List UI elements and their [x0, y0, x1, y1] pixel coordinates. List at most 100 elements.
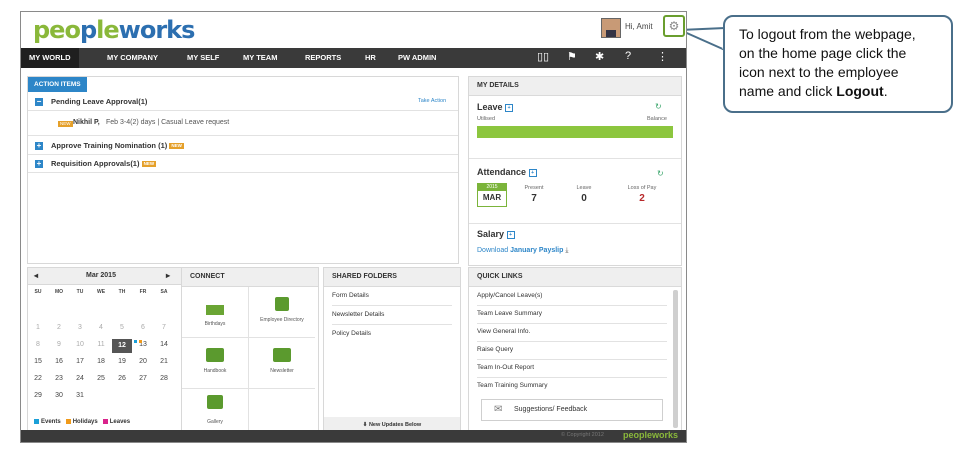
- expand-icon[interactable]: +: [35, 160, 43, 168]
- top-bar: peopleworks Hi, Amit ⚙: [21, 12, 686, 48]
- nav-pw-admin[interactable]: PW ADMIN: [398, 48, 436, 68]
- calendar-month: Mar 2015: [86, 272, 116, 279]
- leave-section: Leave + ↻ Utilised Balance: [469, 96, 681, 159]
- app-logo[interactable]: peopleworks: [33, 16, 195, 44]
- calendar-day-today[interactable]: 12: [112, 339, 132, 353]
- calendar-day[interactable]: 29: [28, 392, 48, 399]
- nav-my-world[interactable]: MY WORLD: [21, 48, 79, 68]
- requisition-text: Requisition Approvals(1): [51, 159, 140, 168]
- tile-label: Birthdays: [204, 321, 226, 327]
- newsletter-icon: [273, 348, 291, 362]
- nav-reports[interactable]: REPORTS: [305, 48, 341, 68]
- training-nomination-row[interactable]: + Approve Training Nomination (1) NEW: [28, 138, 458, 155]
- action-items-tab[interactable]: ACTION ITEMS: [28, 77, 87, 92]
- calendar-day[interactable]: 22: [28, 375, 48, 382]
- collapse-icon[interactable]: −: [35, 98, 43, 106]
- quick-link[interactable]: Raise Query: [477, 341, 667, 360]
- tile-birthdays[interactable]: Birthdays: [182, 287, 249, 338]
- employee-name[interactable]: Nikhil P,: [73, 119, 100, 126]
- event-dots: [134, 333, 144, 351]
- nav-my-team[interactable]: MY TEAM: [243, 48, 277, 68]
- utilised-label: Utilised: [477, 116, 496, 122]
- calendar-day[interactable]: 11: [91, 341, 111, 348]
- expand-icon[interactable]: +: [505, 103, 514, 112]
- calendar-day[interactable]: 27: [133, 375, 153, 382]
- calendar-day[interactable]: 6: [133, 324, 153, 331]
- prev-month-icon[interactable]: ◂: [34, 271, 38, 280]
- expand-icon[interactable]: +: [528, 168, 537, 177]
- calendar-day[interactable]: 18: [91, 358, 111, 365]
- quick-link[interactable]: Team Leave Summary: [477, 305, 667, 324]
- dow-label: MO: [54, 289, 64, 295]
- folder-item[interactable]: Policy Details: [332, 325, 452, 343]
- refresh-icon[interactable]: ↻: [655, 102, 662, 111]
- footer: © Copyright 2012 peopleworks: [21, 430, 686, 442]
- calendar-day[interactable]: 4: [91, 324, 111, 331]
- refresh-icon[interactable]: ↻: [657, 169, 664, 178]
- dow-label: TU: [76, 289, 84, 295]
- calendar-day[interactable]: 25: [91, 375, 111, 382]
- new-updates-label: New Updates Below: [368, 422, 422, 428]
- quick-links-scrollbar[interactable]: [673, 290, 678, 428]
- salary-label-text: Salary: [477, 229, 505, 239]
- calendar-day[interactable]: 23: [49, 375, 69, 382]
- pending-leave-row[interactable]: − Pending Leave Approval(1) Take Action: [28, 94, 458, 111]
- attendance-label-text: Attendance: [477, 167, 527, 177]
- tile-label: Employee Directory: [260, 317, 304, 323]
- take-action-link[interactable]: Take Action: [418, 98, 446, 104]
- folder-item[interactable]: Form Details: [332, 287, 452, 306]
- calendar-day[interactable]: 3: [70, 324, 90, 331]
- payslip-month: January Payslip: [510, 247, 564, 254]
- expand-icon[interactable]: +: [506, 230, 515, 239]
- calendar-day[interactable]: 30: [49, 392, 69, 399]
- quick-link[interactable]: Team Training Summary: [477, 377, 667, 395]
- attendance-section: Attendance + ↻ 2015 MAR Present 7 Leave …: [469, 165, 681, 224]
- calendar-day[interactable]: 20: [133, 358, 153, 365]
- calendar-day[interactable]: 17: [70, 358, 90, 365]
- nav-my-company[interactable]: MY COMPANY: [107, 48, 158, 68]
- my-details-panel: MY DETAILS Leave + ↻ Utilised Balance At…: [468, 76, 682, 266]
- suggestions-feedback-button[interactable]: ✉ Suggestions/ Feedback: [481, 399, 663, 421]
- settings-gear-icon[interactable]: ⚙: [663, 15, 685, 37]
- calendar-day[interactable]: 7: [154, 324, 174, 331]
- calendar-day[interactable]: 10: [70, 341, 90, 348]
- download-prefix: Download: [477, 247, 509, 254]
- download-icon[interactable]: ⤓: [565, 247, 568, 254]
- calendar-day[interactable]: 5: [112, 324, 132, 331]
- calendar-day[interactable]: 19: [112, 358, 132, 365]
- quick-link[interactable]: Team In-Out Report: [477, 359, 667, 378]
- requisition-row[interactable]: + Requisition Approvals(1) NEW: [28, 156, 458, 173]
- quick-link[interactable]: Apply/Cancel Leave(s): [477, 287, 667, 306]
- tile-employee-directory[interactable]: Employee Directory: [249, 287, 315, 338]
- calendar-day[interactable]: 24: [70, 375, 90, 382]
- calendar-day[interactable]: 16: [49, 358, 69, 365]
- help-icon[interactable]: ?: [625, 50, 631, 62]
- calendar-day[interactable]: 28: [154, 375, 174, 382]
- calendar-day[interactable]: 2: [49, 324, 69, 331]
- expand-icon[interactable]: +: [35, 142, 43, 150]
- book-icon[interactable]: ▯▯: [537, 50, 549, 63]
- next-month-icon[interactable]: ▸: [166, 271, 170, 280]
- nav-hr[interactable]: HR: [365, 48, 376, 68]
- tile-gallery[interactable]: Gallery: [182, 389, 249, 433]
- tile-handbook[interactable]: Handbook: [182, 338, 249, 389]
- calendar-day[interactable]: 31: [70, 392, 90, 399]
- quick-link[interactable]: View General Info.: [477, 323, 667, 342]
- tools-icon[interactable]: ✱: [595, 50, 604, 63]
- menu-icon[interactable]: ⋮: [657, 50, 668, 63]
- calendar-day[interactable]: 8: [28, 341, 48, 348]
- nav-my-self[interactable]: MY SELF: [187, 48, 219, 68]
- calendar-day[interactable]: 9: [49, 341, 69, 348]
- folder-item[interactable]: Newsletter Details: [332, 306, 452, 325]
- calendar-day[interactable]: 26: [112, 375, 132, 382]
- tile-newsletter[interactable]: Newsletter: [249, 338, 315, 389]
- legend-events: Events: [41, 419, 61, 426]
- flag-icon[interactable]: ⚑: [567, 50, 577, 63]
- calendar-day[interactable]: 15: [28, 358, 48, 365]
- pending-leave-label: Pending Leave Approval(1): [51, 97, 148, 106]
- events-swatch: [34, 419, 39, 424]
- download-payslip-link[interactable]: Download January Payslip ⤓: [477, 247, 568, 255]
- calendar-day[interactable]: 21: [154, 358, 174, 365]
- calendar-day[interactable]: 14: [154, 341, 174, 348]
- calendar-day[interactable]: 1: [28, 324, 48, 331]
